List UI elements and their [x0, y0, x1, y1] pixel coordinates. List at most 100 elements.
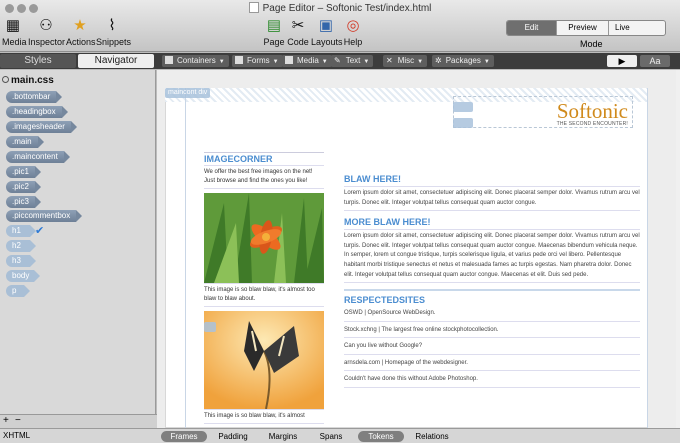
code-button[interactable]: ✂ Code: [287, 17, 309, 47]
containers-palette-button[interactable]: Containers ▼: [162, 55, 229, 67]
link-item[interactable]: OSWD | OpenSource WebDesign.: [344, 305, 640, 322]
mode-label: Mode: [580, 39, 603, 49]
help-button[interactable]: ◎ Help: [343, 17, 363, 47]
paperclip-icon: ⌇: [108, 17, 116, 34]
selector-p[interactable]: p: [6, 285, 30, 297]
chevron-down-icon: ▼: [272, 59, 279, 65]
logo-tagline: THE SECOND ENCOUNTER!: [556, 121, 628, 127]
add-selector-button[interactable]: +: [3, 415, 9, 426]
code-label: Code: [287, 37, 309, 47]
selector-pic3[interactable]: .pic3: [6, 196, 41, 208]
selector-h1[interactable]: h1: [6, 225, 36, 237]
tab-navigator[interactable]: Navigator: [78, 54, 154, 68]
live-preview-label: Live Preview: [615, 23, 630, 32]
text-tool-button[interactable]: Aa: [640, 55, 670, 67]
selector-imagesheader[interactable]: .imagesheader: [6, 121, 77, 133]
page-label: Page: [263, 37, 285, 47]
selector-piccommentbox[interactable]: .piccommentbox: [6, 210, 83, 222]
remove-selector-button[interactable]: −: [15, 415, 21, 426]
inspector-button[interactable]: ⚇ Inspector: [28, 17, 65, 47]
selector-bottombar[interactable]: .bottombar: [6, 91, 63, 103]
gear-icon: ✲: [435, 56, 442, 65]
palette-bar: Styles Navigator Containers ▼ Forms ▼ Medi…: [0, 53, 680, 69]
link-item[interactable]: Couldn't have done this without Adobe Ph…: [344, 371, 640, 388]
selector-maincontent[interactable]: .maincontent: [6, 151, 70, 163]
page-button[interactable]: ▤ Page: [262, 17, 286, 47]
lily-photo[interactable]: [204, 193, 324, 283]
stylesheet-icon: [2, 76, 9, 83]
selector-main[interactable]: .main: [6, 136, 44, 148]
media-button[interactable]: ▦ Media: [2, 17, 27, 47]
tools-icon: ✕: [386, 56, 393, 65]
chevron-down-icon: ▼: [363, 59, 370, 65]
media-palette-button[interactable]: Media ▼: [282, 55, 332, 67]
styles-navigator-panel: main.css .bottombar .headingbox .imagesh…: [0, 70, 156, 414]
mode-segmented-control: Edit Preview Live Preview ▾: [506, 20, 666, 36]
snippets-button[interactable]: ⌇ Snippets: [96, 17, 131, 47]
guide-line: [647, 88, 648, 428]
selector-h2[interactable]: h2: [6, 240, 36, 252]
chevron-down-icon: ▼: [417, 59, 424, 65]
panel-tabs: Styles Navigator: [0, 54, 156, 68]
tokens-toggle[interactable]: Tokens: [358, 431, 404, 442]
logo-box[interactable]: Softonic THE SECOND ENCOUNTER!: [453, 96, 633, 128]
misc-palette-button[interactable]: ✕ Misc ▼: [383, 55, 428, 67]
sidebar-footer: + −: [0, 414, 157, 428]
packages-palette-button[interactable]: ✲ Packages ▼: [432, 55, 494, 67]
relations-toggle[interactable]: Relations: [410, 431, 454, 442]
pointer-icon: ▶: [618, 56, 626, 66]
selector-body[interactable]: body: [6, 270, 40, 282]
canvas-scrollbar[interactable]: [676, 70, 680, 428]
selector-pic1[interactable]: .pic1: [6, 166, 41, 178]
stylesheet-file[interactable]: main.css: [2, 75, 54, 86]
spans-toggle[interactable]: Spans: [313, 431, 349, 442]
text-label: Text: [345, 56, 361, 65]
edit-mode-button[interactable]: Edit: [507, 21, 557, 35]
link-item[interactable]: arnsdela.com | Homepage of the webdesign…: [344, 355, 640, 372]
selector-pic2[interactable]: .pic2: [6, 181, 41, 193]
guide-line: [185, 88, 186, 428]
containers-icon: [165, 56, 173, 64]
layouts-icon: ▣: [318, 17, 334, 34]
block-tag[interactable]: [453, 118, 473, 128]
actions-button[interactable]: ★ Actions: [66, 17, 96, 47]
misc-label: Misc: [397, 56, 415, 65]
margins-toggle[interactable]: Margins: [263, 431, 303, 442]
block-tag[interactable]: [453, 102, 473, 112]
lily-image: [204, 193, 324, 283]
blaw-here-heading: BLAW HERE!: [344, 174, 401, 184]
maincont-div-tag[interactable]: maincont div: [165, 88, 211, 98]
butterfly-caption: This image is so blaw blaw, it's almost: [204, 409, 324, 424]
forms-palette-button[interactable]: Forms ▼: [232, 55, 283, 67]
divider: [344, 283, 640, 292]
actions-label: Actions: [66, 37, 96, 47]
padding-toggle[interactable]: Padding: [213, 431, 253, 442]
code-icon: ✂: [291, 17, 305, 34]
text-tool-icon: Aa: [649, 56, 661, 66]
text-palette-button[interactable]: ✎ Text ▼: [331, 55, 374, 67]
live-preview-mode-button[interactable]: Live Preview ▾: [609, 21, 665, 35]
page-canvas[interactable]: maincont div Softonic THE SECOND ENCOUNT…: [157, 70, 680, 428]
stylesheet-name: main.css: [11, 75, 54, 86]
butterfly-photo[interactable]: [204, 311, 324, 409]
preview-mode-button[interactable]: Preview: [557, 21, 609, 35]
frames-toggle[interactable]: Frames: [161, 431, 207, 442]
layouts-button[interactable]: ▣ Layouts: [311, 17, 343, 47]
pointer-tool-button[interactable]: ▶: [607, 55, 637, 67]
paragraph-2: Lorem ipsum dolor sit amet, consectetuer…: [344, 229, 640, 284]
butterfly-image: [204, 311, 324, 409]
selector-headingbox[interactable]: .headingbox: [6, 106, 68, 118]
paragraph-1: Lorem ipsum dolor sit amet, consectetuer…: [344, 186, 640, 212]
selector-h3[interactable]: h3: [6, 255, 36, 267]
containers-label: Containers: [177, 56, 216, 65]
media-palette-label: Media: [297, 56, 319, 65]
link-item[interactable]: Can you live without Google?: [344, 338, 640, 355]
block-tag[interactable]: [204, 322, 216, 332]
link-item[interactable]: Stock.xchng | The largest free online st…: [344, 322, 640, 339]
tab-styles[interactable]: Styles: [0, 54, 76, 68]
chevron-down-icon: ▼: [218, 59, 225, 65]
imagecorner-intro: We offer the best free images on the net…: [204, 165, 324, 189]
binoculars-icon: ⚇: [39, 17, 53, 34]
lily-caption: This image is so blaw blaw, it's almost …: [204, 283, 324, 307]
checkmark-icon: ✔: [35, 225, 45, 237]
